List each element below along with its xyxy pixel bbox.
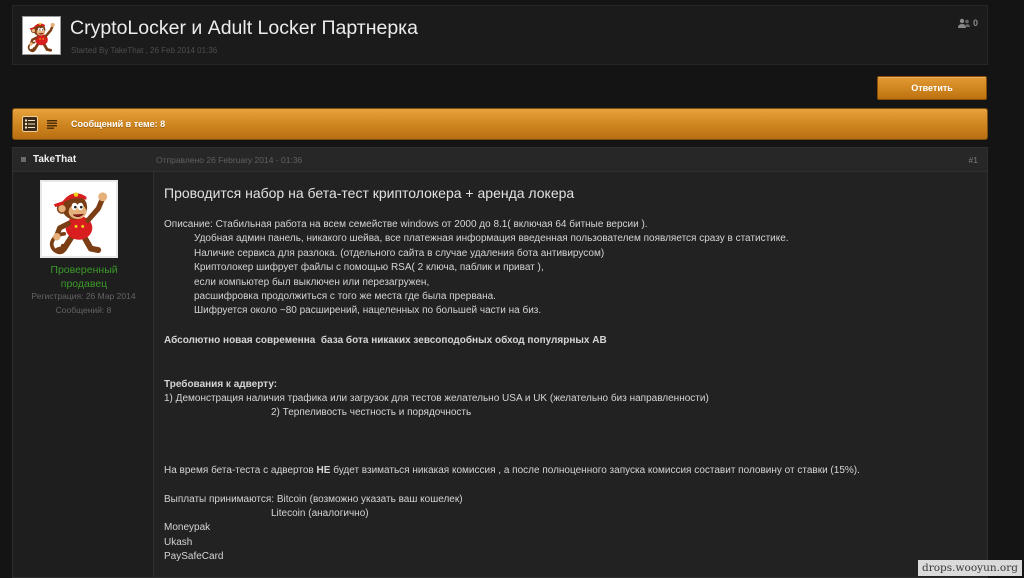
view-mode-full-button[interactable] xyxy=(22,116,38,132)
feature-line: Шифруется около ~80 расширений, нацеленн… xyxy=(194,305,542,317)
reply-button[interactable]: Ответить xyxy=(877,76,987,100)
post-content: Проводится набор на бета-тест криптолоке… xyxy=(154,172,987,577)
thread-starter-avatar[interactable] xyxy=(22,16,61,55)
payment-method: Ukash xyxy=(164,536,193,548)
forum-thread-page: CryptoLocker и Adult Locker Партнерка St… xyxy=(0,0,1024,578)
post-header: TakeThat Отправлено 26 February 2014 - 0… xyxy=(12,147,988,172)
requirements-heading: Требования к адверту: xyxy=(164,378,278,390)
payments-extra: Litecoin (аналогично) xyxy=(271,508,369,520)
list-view-icon xyxy=(25,119,35,129)
started-by-prefix: Started By xyxy=(71,46,111,55)
feature-line: расшифровка продолжиться с того же места… xyxy=(194,290,496,302)
compact-view-icon xyxy=(47,119,57,129)
requirement-line: 2) Терпеливость честность и порядочность xyxy=(271,407,472,419)
followers-link[interactable]: 0 xyxy=(957,18,978,28)
author-group: Проверенный продавец xyxy=(50,264,118,290)
feature-line: Криптолокер шифрует файлы с помощью RSA(… xyxy=(194,262,544,274)
avatar-image xyxy=(42,182,116,256)
topic-posts-count: Сообщений в теме: 8 xyxy=(71,119,166,129)
users-icon xyxy=(957,18,970,28)
post-permalink[interactable]: #1 xyxy=(969,155,978,165)
watermark: drops.wooyun.org xyxy=(918,560,1022,576)
commission-line: На время бета-теста с адвертов НЕ будет … xyxy=(164,464,987,478)
thread-title: CryptoLocker и Adult Locker Партнерка xyxy=(70,17,418,39)
started-at: , 26 Feb 2014 01:36 xyxy=(143,46,218,55)
topic-toolbar: Сообщений в теме: 8 xyxy=(12,108,988,140)
post-highlight: Абсолютно новая современна база бота ник… xyxy=(164,335,607,347)
author-post-count: Сообщений: 8 xyxy=(55,305,112,315)
thread-header: CryptoLocker и Adult Locker Партнерка St… xyxy=(12,5,988,65)
author-panel: Проверенный продавец Регистрация: 26 Мар… xyxy=(13,172,154,577)
requirement-line: 1) Демонстрация наличия трафика или загр… xyxy=(164,392,709,404)
payment-method: PaySafeCard xyxy=(164,551,224,563)
commission-emphasis: НЕ xyxy=(316,464,331,476)
commission-text-before: На время бета-теста с адвертов xyxy=(164,464,317,476)
feature-line: Удобная админ панель, никакого шейва, вс… xyxy=(194,233,789,245)
feature-line: если компьютер был выключен или перезагр… xyxy=(194,276,430,288)
avatar-image xyxy=(24,18,59,53)
commission-text-after: будет взиматься никакая комиссия , а пос… xyxy=(330,464,860,476)
thread-started-by: Started By TakeThat , 26 Feb 2014 01:36 xyxy=(71,46,217,55)
bullet-icon xyxy=(21,157,26,162)
post-date: Отправлено 26 February 2014 - 01:36 xyxy=(156,155,303,165)
author-avatar[interactable] xyxy=(40,180,118,258)
feature-line: Наличие сервиса для разлока. (отдельного… xyxy=(194,247,605,259)
view-mode-compact-button[interactable] xyxy=(44,116,60,132)
followers-count: 0 xyxy=(972,18,978,28)
post-description: Описание: Стабильная работа на всем семе… xyxy=(164,219,648,230)
post-heading: Проводится набор на бета-тест криптолоке… xyxy=(164,185,575,201)
post: Проверенный продавец Регистрация: 26 Мар… xyxy=(12,172,988,578)
started-by-user-link[interactable]: TakeThat xyxy=(110,46,143,55)
author-registered: Регистрация: 26 Мар 2014 xyxy=(31,291,136,301)
payments-intro: Выплаты принимаются: Bitcoin (возможно у… xyxy=(164,493,463,505)
post-author-link[interactable]: TakeThat xyxy=(33,154,76,165)
payment-method: Moneypak xyxy=(164,522,211,534)
